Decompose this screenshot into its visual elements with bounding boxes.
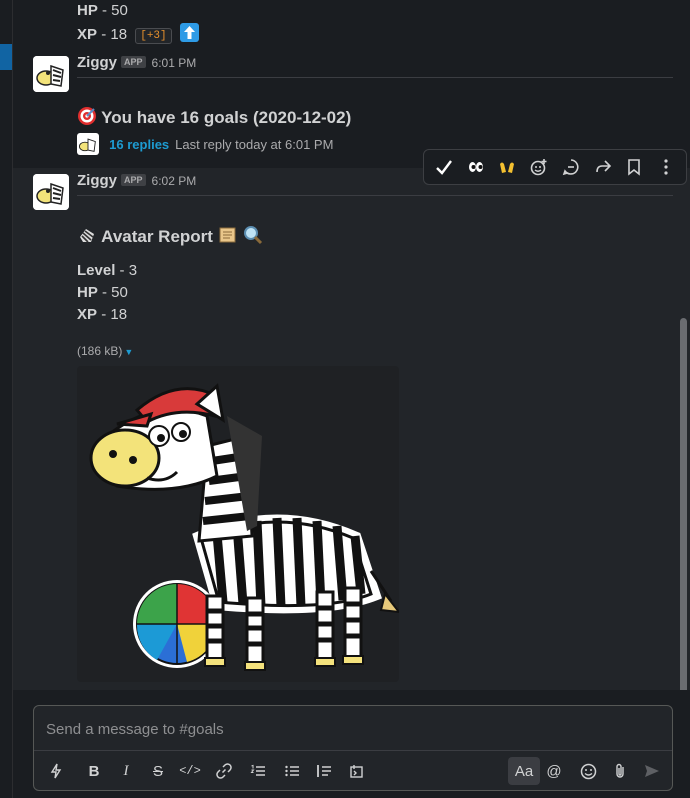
goals-message: You have 16 goals (2020-12-02) <box>77 106 351 128</box>
hp-line: HP - 50 <box>77 284 128 301</box>
goals-text: You have 16 goals (2020-12-02) <box>101 108 352 127</box>
xp-label: XP <box>77 306 98 323</box>
add-reaction-icon[interactable] <box>525 153 553 181</box>
app-badge: APP <box>121 174 146 186</box>
checkmark-icon[interactable] <box>430 153 458 181</box>
timestamp[interactable]: 6:01 PM <box>152 56 197 70</box>
workspace-rail <box>0 0 13 798</box>
xp-value: - 18 <box>101 26 128 43</box>
magnifier-icon <box>244 226 263 245</box>
hp-value: - 50 <box>102 284 128 301</box>
message-actions-toolbar <box>423 149 687 185</box>
hp-label: HP <box>77 284 98 301</box>
level-label: Level <box>77 262 116 279</box>
selected-channel-indicator <box>0 44 12 70</box>
italic-icon[interactable]: I <box>112 757 140 785</box>
last-reply-text: Last reply today at 6:01 PM <box>175 137 334 152</box>
message-composer: B I S </> Aa @ <box>33 705 673 791</box>
file-size: (186 kB) <box>77 344 123 358</box>
xp-value: - 18 <box>101 306 128 323</box>
code-icon[interactable]: </> <box>176 757 204 785</box>
prev-xp-line: XP - 18 [+3] <box>77 23 199 44</box>
send-icon[interactable] <box>638 757 666 785</box>
app-badge: APP <box>121 56 146 68</box>
blockquote-icon[interactable] <box>310 757 338 785</box>
report-title: Avatar Report <box>77 225 263 247</box>
divider <box>77 77 673 78</box>
message-list: HP - 50 XP - 18 [+3] Ziggy APP 6:01 PM Y… <box>13 0 690 690</box>
zebra-icon <box>80 229 94 243</box>
file-meta[interactable]: (186 kB) ▼ <box>77 342 133 359</box>
caret-down-icon[interactable]: ▼ <box>124 347 133 357</box>
level-value: - 3 <box>119 262 138 279</box>
avatar[interactable] <box>33 174 69 210</box>
scrollbar[interactable] <box>680 318 687 690</box>
bulleted-list-icon[interactable] <box>278 757 306 785</box>
zebra-avatar-icon <box>33 174 69 210</box>
message-header: Ziggy APP 6:02 PM <box>77 172 196 189</box>
code-block-icon[interactable] <box>342 757 370 785</box>
message-header: Ziggy APP 6:01 PM <box>77 54 196 71</box>
divider <box>77 195 673 196</box>
share-icon[interactable] <box>589 153 617 181</box>
ordered-list-icon[interactable] <box>244 757 272 785</box>
avatar-image[interactable] <box>77 366 399 682</box>
prev-hp-line: HP - 50 <box>77 2 128 19</box>
message-pane: HP - 50 XP - 18 [+3] Ziggy APP 6:01 PM Y… <box>13 0 690 798</box>
xp-delta-code: [+3] <box>135 28 172 44</box>
hp-label: HP <box>77 2 98 19</box>
formatting-toolbar: B I S </> Aa @ <box>34 750 672 791</box>
message-input[interactable] <box>44 718 648 740</box>
report-title-text: Avatar Report <box>101 227 213 246</box>
mention-icon[interactable]: @ <box>540 757 568 785</box>
sender-name[interactable]: Ziggy <box>77 172 117 189</box>
direct-hit-icon <box>78 107 96 125</box>
zebra-avatar-icon <box>33 56 69 92</box>
reply-thread-icon[interactable] <box>557 153 585 181</box>
xp-line: XP - 18 <box>77 306 127 323</box>
thread-summary[interactable]: 16 replies Last reply today at 6:01 PM <box>77 133 333 155</box>
link-icon[interactable] <box>210 757 238 785</box>
strikethrough-icon[interactable]: S <box>144 757 172 785</box>
eyes-icon[interactable] <box>462 153 490 181</box>
bookmark-icon[interactable] <box>620 153 648 181</box>
sender-name[interactable]: Ziggy <box>77 54 117 71</box>
bold-icon[interactable]: B <box>80 757 108 785</box>
shortcuts-icon[interactable] <box>42 757 70 785</box>
emoji-icon[interactable] <box>574 757 602 785</box>
replies-link[interactable]: 16 replies <box>109 137 169 152</box>
more-actions-icon[interactable] <box>652 153 680 181</box>
scroll-icon <box>219 227 236 243</box>
xp-label: XP <box>77 26 98 43</box>
up-arrow-icon <box>179 23 199 42</box>
timestamp[interactable]: 6:02 PM <box>152 174 197 188</box>
avatar[interactable] <box>33 56 69 92</box>
zebra-illustration <box>89 383 399 671</box>
attach-icon[interactable] <box>606 757 634 785</box>
reply-avatar <box>77 133 99 155</box>
level-line: Level - 3 <box>77 262 137 279</box>
raised-hands-icon[interactable] <box>493 153 521 181</box>
zebra-avatar-icon <box>78 138 96 152</box>
hp-value: - 50 <box>102 2 128 19</box>
format-toggle[interactable]: Aa <box>508 757 540 785</box>
